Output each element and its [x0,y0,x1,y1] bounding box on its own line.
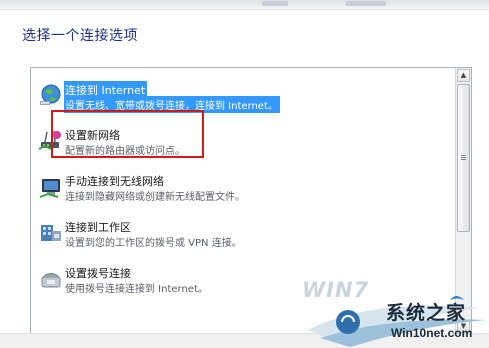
watermark-site: Win10net.com [391,326,473,340]
blurred-toolbar-element [262,1,288,6]
scrollbar-thumb[interactable] [457,84,470,232]
option-title: 设置新网络 [65,129,120,142]
workplace-vpn-icon [41,225,61,241]
option-title: 连接到工作区 [65,221,131,234]
globe-network-icon [40,84,61,105]
option-description: 设置无线、宽带或拨号连接，连接到 Internet。 [64,96,280,113]
page-title: 选择一个连接选项 [22,28,138,44]
watermark: WIN7 系统之家 Win10net.com [300,278,489,347]
wireless-network-icon [39,179,60,198]
scroll-up-button[interactable]: ▲ [457,69,470,82]
option-title: 设置拨号连接 [65,267,131,280]
option-description: 设置到您的工作区的拨号或 VPN 连接。 [65,238,242,249]
option-description: 配置新的路由器或访问点。 [65,146,185,157]
dialup-phone-icon [41,273,61,288]
option-description: 连接到隐藏网络或创建新无线配置文件。 [65,192,245,203]
option-setup-new-network[interactable]: 设置新网络 配置新的路由器或访问点。 [31,123,455,165]
router-setup-icon [38,130,61,150]
grip-line [461,159,466,160]
option-description: 使用拨号连接连接到 Internet。 [65,284,208,295]
option-title: 手动连接到无线网络 [65,175,164,188]
watermark-name: 系统之家 [386,302,467,324]
watermark-brand: WIN7 [302,278,370,302]
grip-line [461,155,466,156]
window-top-strip [0,0,489,10]
option-connect-internet[interactable]: 连接到 Internet 设置无线、宽带或拨号连接，连接到 Internet。 [31,77,455,119]
option-manual-wireless[interactable]: 手动连接到无线网络 连接到隐藏网络或创建新无线配置文件。 [31,169,455,211]
option-connect-workplace[interactable]: 连接到工作区 设置到您的工作区的拨号或 VPN 连接。 [31,215,455,257]
grip-line [461,157,466,158]
blurred-toolbar-element [346,1,386,6]
